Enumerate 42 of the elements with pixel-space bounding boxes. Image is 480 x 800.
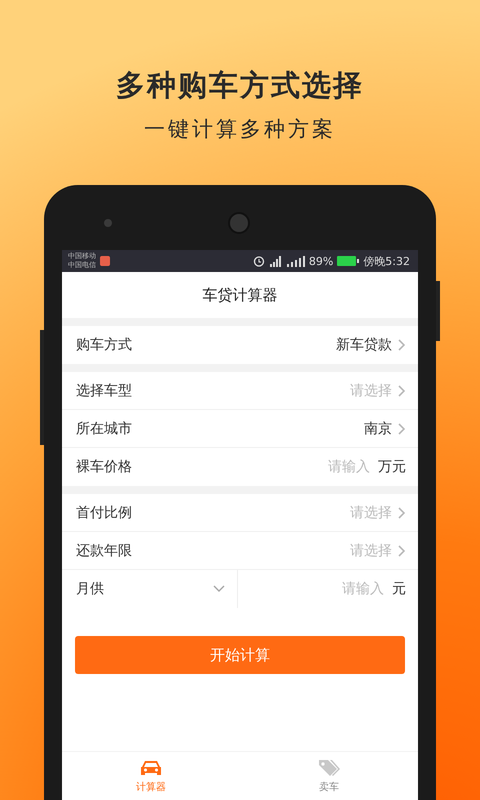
row-placeholder: 请选择 — [350, 542, 392, 560]
row-value: 新车贷款 — [336, 336, 392, 354]
tab-bar-item[interactable]: 卖车 — [240, 752, 418, 800]
battery-percentage: 89% — [308, 254, 334, 268]
row-label: 首付比例 — [76, 504, 133, 522]
signal-icon — [268, 256, 283, 266]
tag-icon — [317, 758, 341, 778]
row-label: 所在城市 — [76, 420, 133, 438]
chevron-right-icon — [398, 506, 406, 518]
chevron-right-icon — [398, 544, 406, 556]
chevron-right-icon — [398, 422, 406, 434]
row-placeholder: 请选择 — [350, 504, 392, 522]
chevron-right-icon — [398, 384, 406, 396]
chevron-right-icon — [398, 339, 406, 351]
chevron-down-icon[interactable] — [213, 585, 225, 593]
headline: 多种购车方式选择 — [116, 67, 364, 104]
signal-icon — [286, 256, 305, 266]
input-field[interactable]: 请输入 — [294, 581, 384, 597]
row-label: 购车方式 — [76, 336, 133, 354]
screen-title: 车贷计算器 — [202, 284, 278, 306]
form-row[interactable]: 还款年限 请选择 — [62, 532, 418, 570]
clock: 傍晚5:32 — [363, 254, 410, 268]
input-field[interactable]: 请输入 — [280, 459, 370, 475]
row-placeholder: 请选择 — [350, 382, 392, 400]
row-value: 南京 — [364, 420, 392, 438]
row-label: 裸车价格 — [76, 458, 133, 476]
speaker-icon — [104, 219, 112, 227]
car-icon — [139, 758, 163, 778]
battery-icon — [337, 256, 360, 266]
form-row[interactable]: 首付比例 请选择 — [62, 494, 418, 532]
form-row[interactable]: 选择车型 请选择 — [62, 372, 418, 410]
subheadline: 一键计算多种方案 — [144, 116, 336, 143]
alarm-icon — [252, 255, 265, 267]
notification-icon — [100, 256, 110, 266]
unit-label: 万元 — [378, 458, 406, 476]
row-label: 选择车型 — [76, 382, 133, 400]
row-label: 月供 — [76, 580, 105, 598]
form-row[interactable]: 所在城市 南京 — [62, 410, 418, 448]
row-label: 还款年限 — [76, 542, 133, 560]
form-row[interactable]: 购车方式 新车贷款 — [62, 326, 418, 364]
camera-icon — [228, 212, 250, 234]
unit-label: 元 — [392, 580, 406, 598]
